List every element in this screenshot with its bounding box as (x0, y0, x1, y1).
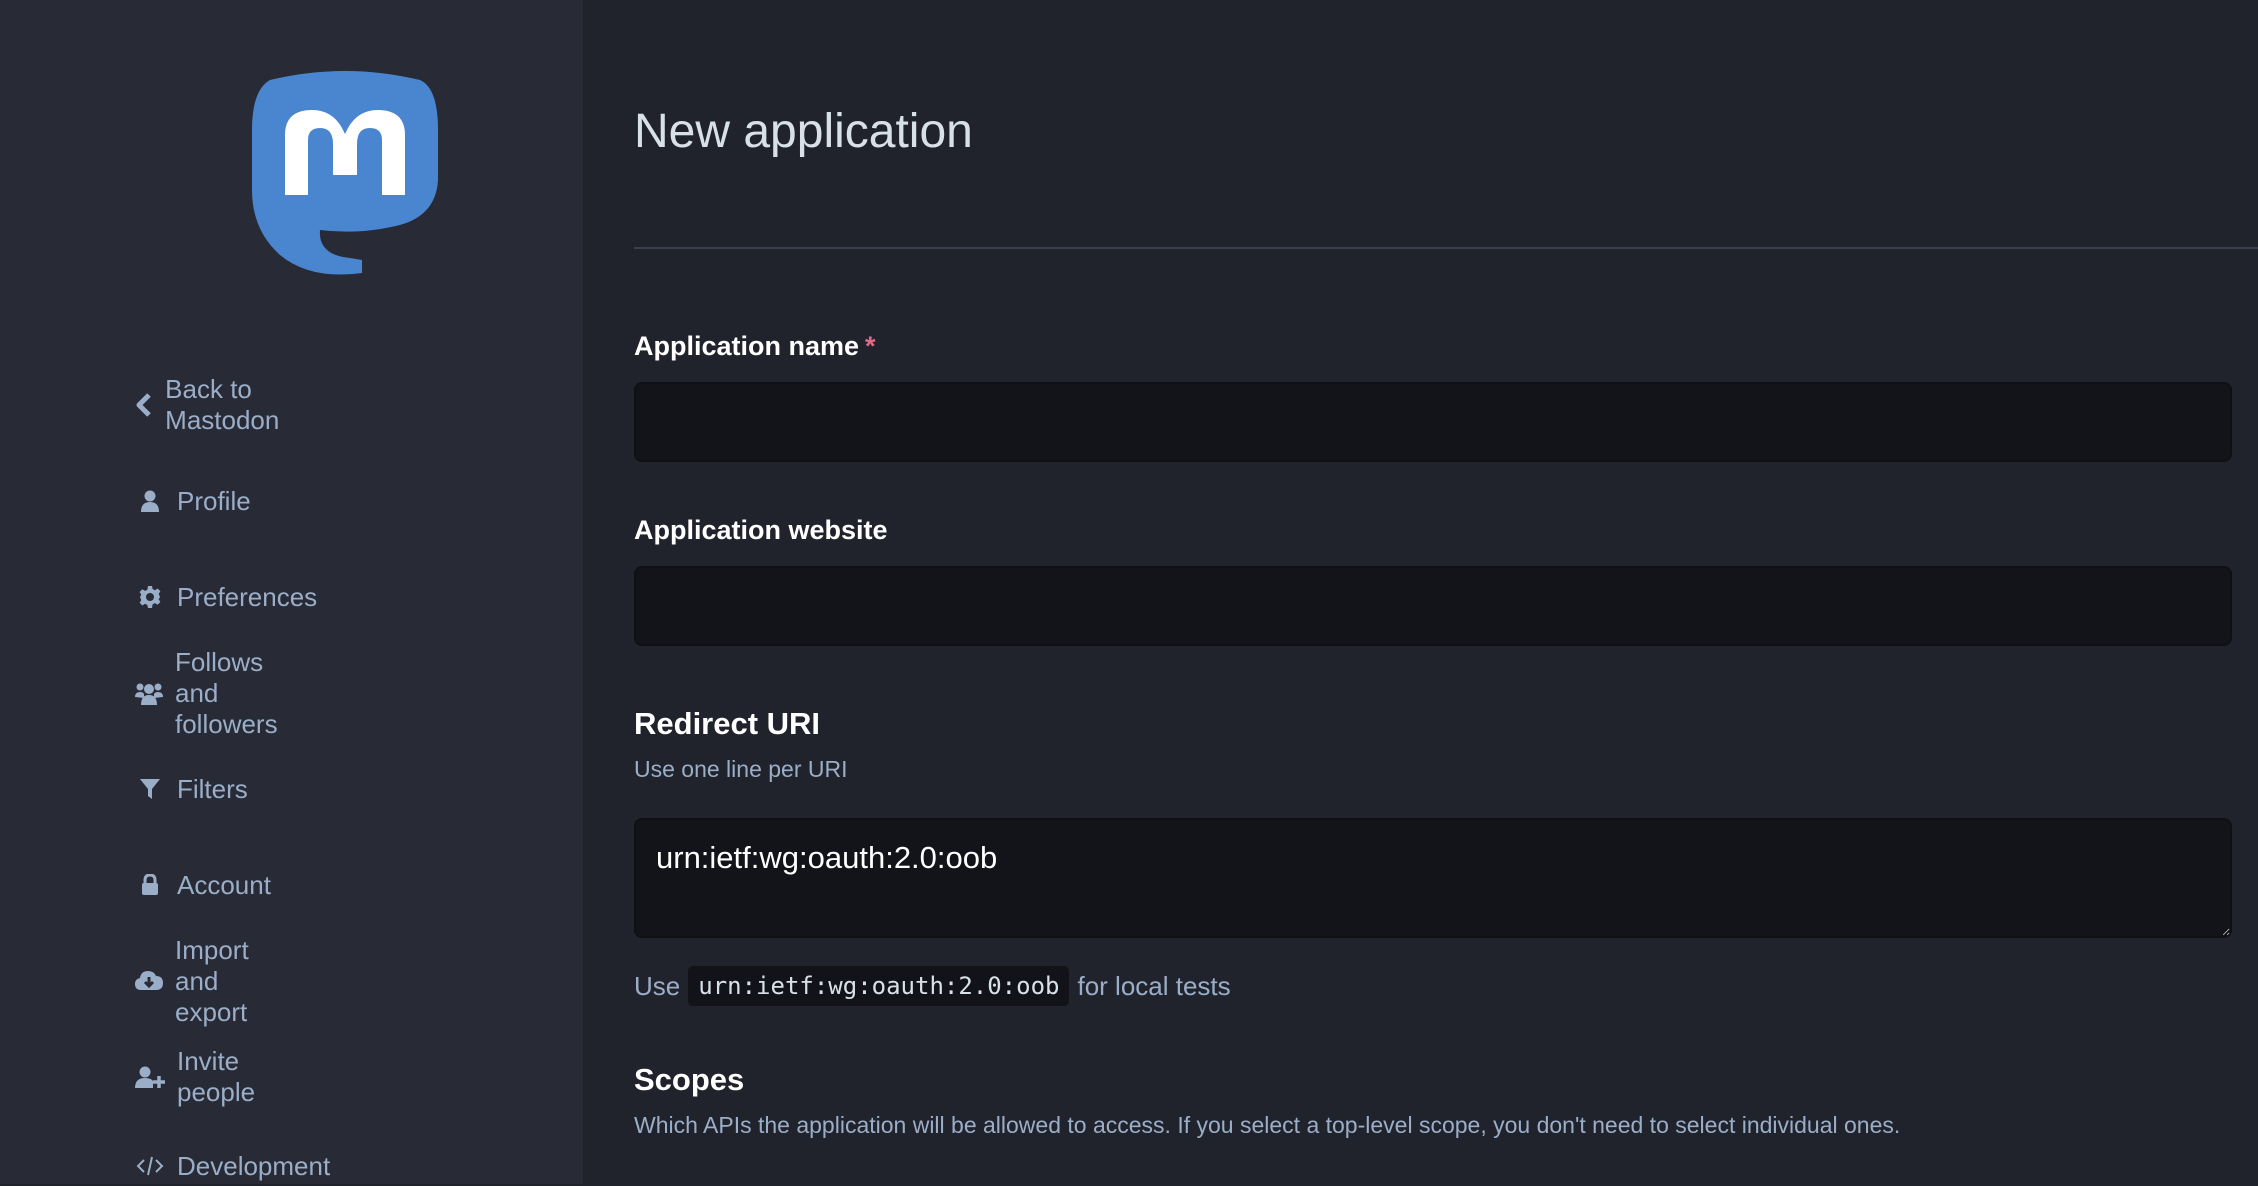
sidebar-item-invite-people[interactable]: Invite people (135, 1046, 255, 1107)
sidebar-item-label: Profile (177, 485, 251, 516)
lock-icon (135, 870, 165, 900)
app-name-input[interactable] (634, 382, 2232, 462)
sidebar-item-label: Development (177, 1150, 331, 1181)
sidebar-item-label: Import and export (175, 934, 249, 1027)
gear-icon (135, 582, 165, 612)
sidebar-item-filters[interactable]: Filters (135, 769, 248, 809)
sidebar-item-follows-and-followers[interactable]: Follows and followers (135, 647, 280, 739)
redirect-uri-textarea[interactable]: urn:ietf:wg:oauth:2.0:oob (634, 818, 2232, 938)
chevron-left-icon (135, 390, 153, 420)
sidebar-item-label: Account (177, 869, 271, 900)
user-plus-icon (135, 1062, 165, 1092)
scopes-hint: Which APIs the application will be allow… (634, 1112, 1901, 1138)
sidebar: Back to Mastodon Profile Preferences Fol… (0, 0, 583, 1184)
app-name-label: Application name * (634, 331, 876, 362)
code-icon (135, 1151, 165, 1181)
sidebar-item-label: Back to Mastodon (165, 374, 280, 435)
app-website-label: Application website (634, 515, 888, 545)
sidebar-item-development[interactable]: Development (135, 1146, 330, 1186)
user-icon (135, 486, 165, 516)
sidebar-item-label: Invite people (177, 1046, 256, 1107)
sidebar-item-label: Follows and followers (175, 646, 278, 739)
sidebar-item-import-and-export[interactable]: Import and export (135, 935, 251, 1027)
help-prefix: Use (634, 970, 681, 1001)
required-marker: * (865, 331, 876, 361)
sidebar-item-label: Preferences (177, 581, 318, 612)
oob-code: urn:ietf:wg:oauth:2.0:oob (688, 966, 1070, 1006)
redirect-uri-hint: Use one line per URI (634, 756, 848, 782)
sidebar-item-profile[interactable]: Profile (135, 481, 251, 521)
sidebar-item-label: Filters (177, 773, 248, 804)
sidebar-item-preferences[interactable]: Preferences (135, 577, 317, 617)
divider (634, 247, 2258, 249)
redirect-uri-label: Redirect URI (634, 706, 821, 741)
redirect-uri-help: Use urn:ietf:wg:oauth:2.0:oob for local … (634, 966, 1231, 1006)
app-website-input[interactable] (634, 566, 2232, 646)
sidebar-item-back-to-mastodon[interactable]: Back to Mastodon (135, 374, 291, 435)
scopes-title: Scopes (634, 1062, 745, 1097)
cloud-download-icon (135, 966, 163, 996)
mastodon-logo[interactable] (250, 70, 440, 275)
sidebar-item-account[interactable]: Account (135, 865, 271, 905)
users-icon (135, 678, 163, 708)
page-title: New application (634, 105, 973, 158)
filter-icon (135, 774, 165, 804)
main-content: New application Application name * Applic… (583, 0, 2258, 1184)
app-name-label-text: Application name (634, 331, 860, 361)
help-suffix: for local tests (1077, 970, 1231, 1001)
